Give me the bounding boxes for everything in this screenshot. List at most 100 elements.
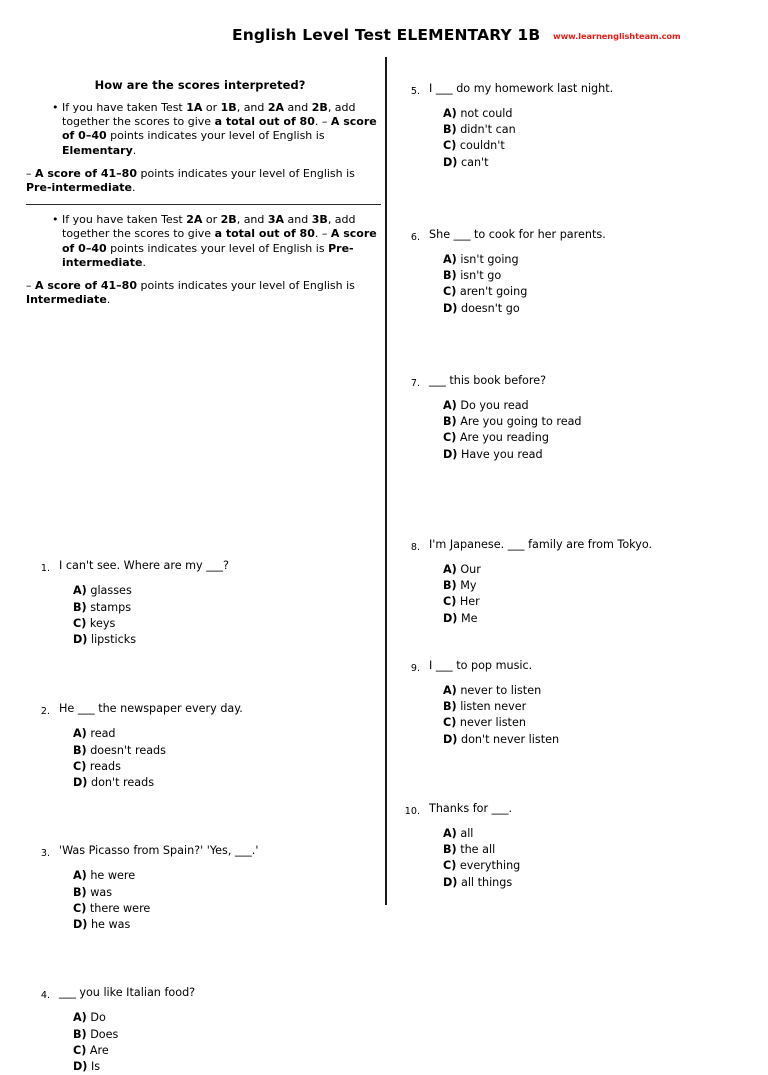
question-item: 10. Thanks for ___. A) all B) the all C) eve… — [396, 802, 768, 891]
option-item[interactable]: C) couldn't — [443, 138, 768, 154]
option-text: all — [456, 827, 474, 840]
option-letter: A) — [443, 107, 457, 120]
question-item: 9. I ___ to pop music. A) never to listen B… — [396, 659, 768, 748]
option-letter: A) — [443, 399, 457, 412]
question-text: I'm Japanese. ___ family are from Tokyo. — [429, 538, 653, 551]
option-text: Are you reading — [456, 431, 549, 445]
option-item[interactable]: C) aren't going — [443, 284, 768, 300]
option-letter: A) — [73, 1011, 87, 1025]
option-text: isn't go — [456, 269, 502, 283]
option-item[interactable]: D) Have you read — [443, 447, 768, 463]
question-number: 2. — [40, 706, 50, 718]
option-item[interactable]: B) Are you going to read — [443, 414, 768, 430]
option-item[interactable]: C) Her — [443, 594, 768, 610]
option-letter: C) — [443, 285, 457, 299]
option-item[interactable]: D) all things — [443, 875, 768, 891]
option-item[interactable]: B) isn't go — [443, 268, 768, 284]
option-list: A) isn't going B) isn't go C) aren't going… — [429, 252, 768, 317]
option-letter: D) — [443, 611, 458, 625]
scoring-heading: How are the scores interpreted? — [94, 78, 306, 92]
option-item[interactable]: D) Me — [443, 611, 768, 627]
question-item: 1. I can't see. Where are my ___? A) glass… — [26, 559, 415, 648]
option-letter: B) — [73, 885, 87, 899]
option-item[interactable]: B) Does — [73, 1027, 415, 1043]
option-item[interactable]: B) My — [443, 578, 768, 594]
option-text: Have you read — [457, 447, 543, 461]
option-text: stamps — [86, 600, 132, 614]
option-letter: A) — [73, 869, 87, 883]
option-letter: A) — [443, 563, 457, 576]
option-item[interactable]: A) glasses — [73, 583, 415, 599]
question-item: 8. I'm Japanese. ___ family are from Toky… — [396, 538, 768, 627]
option-letter: B) — [73, 743, 87, 757]
document-page: English Level Test ELEMENTARY 1B www.lea… — [0, 0, 768, 1073]
scoring-section: How are the scores interpreted? • If you… — [26, 78, 382, 307]
right-column: 5. I ___ do my homework last night. A) not… — [396, 82, 736, 889]
option-text: the all — [456, 843, 496, 857]
option-letter: D) — [73, 776, 88, 790]
question-item: 5. I ___ do my homework last night. A) not… — [396, 82, 768, 171]
option-item[interactable]: A) isn't going — [443, 252, 768, 268]
question-text: I ___ to pop music. — [429, 659, 533, 672]
option-item[interactable]: C) never listen — [443, 715, 768, 731]
question-text: 'Was Picasso from Spain?' 'Yes, ___.' — [59, 844, 259, 858]
option-item[interactable]: B) the all — [443, 842, 768, 858]
option-item[interactable]: A) not could — [443, 106, 768, 122]
question-number: 1. — [40, 563, 50, 575]
option-item[interactable]: A) all — [443, 826, 768, 842]
option-item[interactable]: C) Are you reading — [443, 430, 768, 446]
option-item[interactable]: A) Our — [443, 562, 768, 578]
option-letter: B) — [73, 1027, 87, 1041]
option-item[interactable]: C) there were — [73, 901, 415, 917]
option-letter: C) — [73, 616, 87, 630]
option-item[interactable]: D) can't — [443, 155, 768, 171]
option-item[interactable]: A) he were — [73, 868, 415, 884]
option-item[interactable]: B) didn't can — [443, 122, 768, 138]
left-question-list: 1. I can't see. Where are my ___? A) glass… — [26, 307, 382, 1073]
option-letter: D) — [73, 918, 88, 932]
question-number: 7. — [410, 378, 420, 389]
option-letter: C) — [443, 431, 457, 445]
option-item[interactable]: B) doesn't reads — [73, 743, 415, 759]
option-item[interactable]: D) doesn't go — [443, 301, 768, 317]
option-text: Do you read — [456, 399, 529, 412]
option-letter: C) — [443, 595, 457, 609]
option-item[interactable]: C) Are — [73, 1043, 415, 1059]
question-item: 7. ___ this book before? A) Do you read B) … — [396, 374, 768, 463]
option-letter: B) — [73, 600, 87, 614]
option-item[interactable]: C) reads — [73, 759, 415, 775]
option-item[interactable]: B) listen never — [443, 699, 768, 715]
option-letter: D) — [443, 875, 458, 889]
option-letter: D) — [443, 155, 458, 169]
option-item[interactable]: A) never to listen — [443, 683, 768, 699]
page-title: English Level Test ELEMENTARY 1B — [232, 26, 541, 44]
option-item[interactable]: A) Do — [73, 1010, 415, 1026]
question-number: 6. — [410, 232, 420, 243]
option-item[interactable]: D) lipsticks — [73, 632, 415, 648]
option-letter: B) — [443, 700, 457, 714]
scoring-block-1: • If you have taken Test 1A or 1B, and 2… — [26, 101, 382, 195]
option-text: can't — [457, 155, 489, 169]
option-item[interactable]: D) don't reads — [73, 775, 415, 791]
option-letter: B) — [443, 123, 457, 137]
website-url: www.learnenglishteam.com — [553, 31, 681, 41]
option-item[interactable]: A) read — [73, 726, 415, 742]
option-item[interactable]: D) he was — [73, 917, 415, 933]
option-item[interactable]: D) Is — [73, 1059, 415, 1075]
question-text: I can't see. Where are my ___? — [59, 559, 229, 573]
option-item[interactable]: B) was — [73, 885, 415, 901]
option-item[interactable]: C) keys — [73, 616, 415, 632]
option-text: he were — [86, 869, 136, 883]
option-text: couldn't — [456, 139, 505, 153]
option-text: Does — [86, 1027, 119, 1041]
option-item[interactable]: C) everything — [443, 858, 768, 874]
scoring-bullet-row: • If you have taken Test 2A or 2B, and 3… — [26, 213, 382, 270]
option-text: everything — [456, 859, 521, 873]
option-item[interactable]: A) Do you read — [443, 398, 768, 414]
option-item[interactable]: D) don't never listen — [443, 732, 768, 748]
option-text: never listen — [456, 716, 526, 730]
option-item[interactable]: B) stamps — [73, 600, 415, 616]
option-text: Do — [86, 1011, 106, 1025]
option-text: Our — [456, 563, 481, 576]
scoring-block-2: • If you have taken Test 2A or 2B, and 3… — [26, 213, 382, 307]
